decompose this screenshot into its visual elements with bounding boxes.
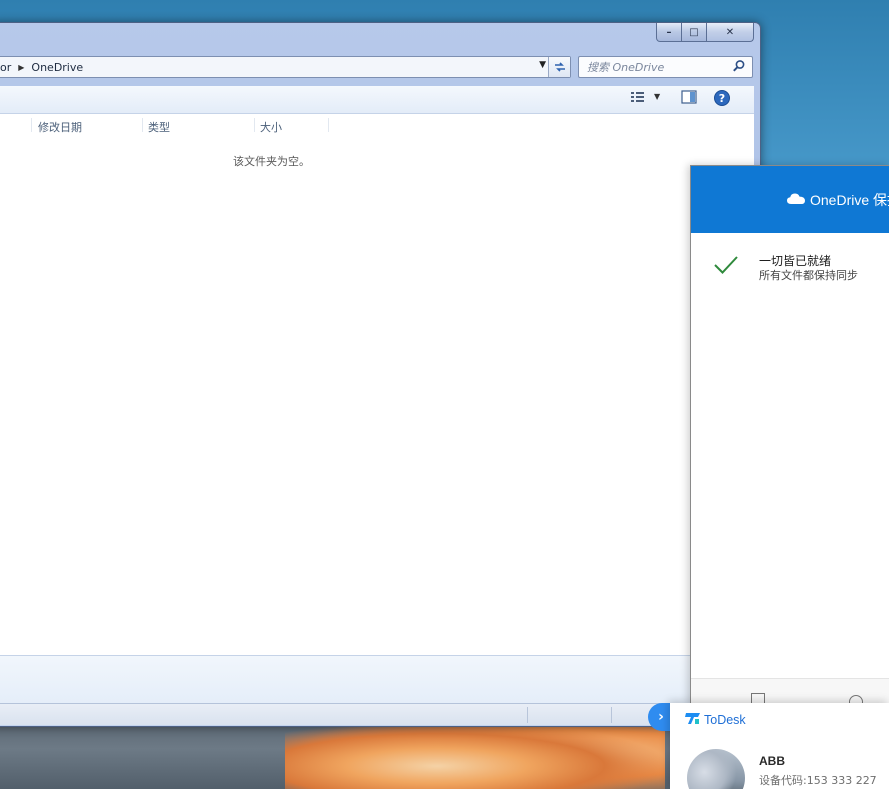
maximize-button[interactable]: □ (682, 23, 707, 42)
search-icon[interactable] (732, 59, 746, 76)
address-dropdown-icon[interactable]: ▼ (539, 60, 546, 70)
onedrive-header: OneDrive 保持 (691, 166, 889, 233)
address-bar[interactable]: or ▶ OneDrive ▼ (0, 56, 571, 78)
column-divider[interactable] (142, 118, 143, 132)
onedrive-footer (691, 678, 889, 704)
sync-status-title: 一切皆已就绪 (759, 254, 832, 268)
checkmark-icon (713, 254, 739, 283)
wallpaper-flower-image (285, 722, 665, 789)
todesk-title: ToDesk (685, 711, 746, 728)
sync-status-subtitle: 所有文件都保持同步 (759, 269, 858, 282)
view-dropdown-icon[interactable]: ▼ (654, 92, 660, 101)
command-toolbar: ▼ ? (0, 86, 754, 114)
svg-text:?: ? (719, 92, 725, 105)
onedrive-title: OneDrive 保持 (810, 191, 889, 208)
breadcrumb-separator-icon[interactable]: ▶ (18, 63, 24, 72)
todesk-app-name: ToDesk (704, 712, 746, 727)
close-button[interactable]: ✕ (707, 23, 754, 42)
file-list-area[interactable]: 修改日期 类型 大小 该文件夹为空。 (0, 114, 754, 655)
help-icon[interactable]: ? (713, 89, 731, 110)
todesk-device-code: 设备代码:153 333 227 (759, 774, 877, 787)
avatar[interactable] (687, 749, 745, 789)
status-divider (611, 707, 612, 723)
onedrive-flyout: OneDrive 保持 一切皆已就绪 所有文件都保持同步 (690, 165, 889, 705)
search-input[interactable] (587, 60, 727, 74)
search-box[interactable] (578, 56, 753, 78)
column-divider[interactable] (328, 118, 329, 132)
todesk-panel: ToDesk ABB 设备代码:153 333 227 (670, 703, 889, 789)
onedrive-cloud-icon (786, 192, 806, 208)
chevron-right-icon: › (658, 709, 664, 725)
breadcrumb-item-parent[interactable]: or (0, 61, 11, 74)
details-pane (0, 655, 754, 703)
refresh-button[interactable] (548, 57, 570, 77)
explorer-window: – □ ✕ or ▶ OneDrive ▼ 搜索 OneDrive ▼ ? 修改… (0, 22, 761, 727)
status-divider (527, 707, 528, 723)
column-header-type[interactable]: 类型 (148, 119, 170, 135)
status-bar (0, 703, 754, 725)
column-header-size[interactable]: 大小 (260, 119, 282, 135)
empty-folder-message: 该文件夹为空。 (233, 155, 310, 168)
todesk-user-name: ABB (759, 754, 785, 768)
minimize-button[interactable]: – (656, 23, 682, 42)
column-divider[interactable] (254, 118, 255, 132)
view-options-icon[interactable] (630, 90, 646, 107)
column-header-modified[interactable]: 修改日期 (38, 119, 82, 135)
todesk-logo-icon (685, 711, 704, 728)
refresh-icon (554, 62, 565, 72)
window-caption-buttons: – □ ✕ (656, 23, 754, 42)
sync-status: 一切皆已就绪 所有文件都保持同步 (713, 254, 858, 283)
column-divider[interactable] (31, 118, 32, 132)
breadcrumb-item-onedrive[interactable]: OneDrive (31, 61, 83, 74)
preview-pane-icon[interactable] (681, 90, 697, 107)
